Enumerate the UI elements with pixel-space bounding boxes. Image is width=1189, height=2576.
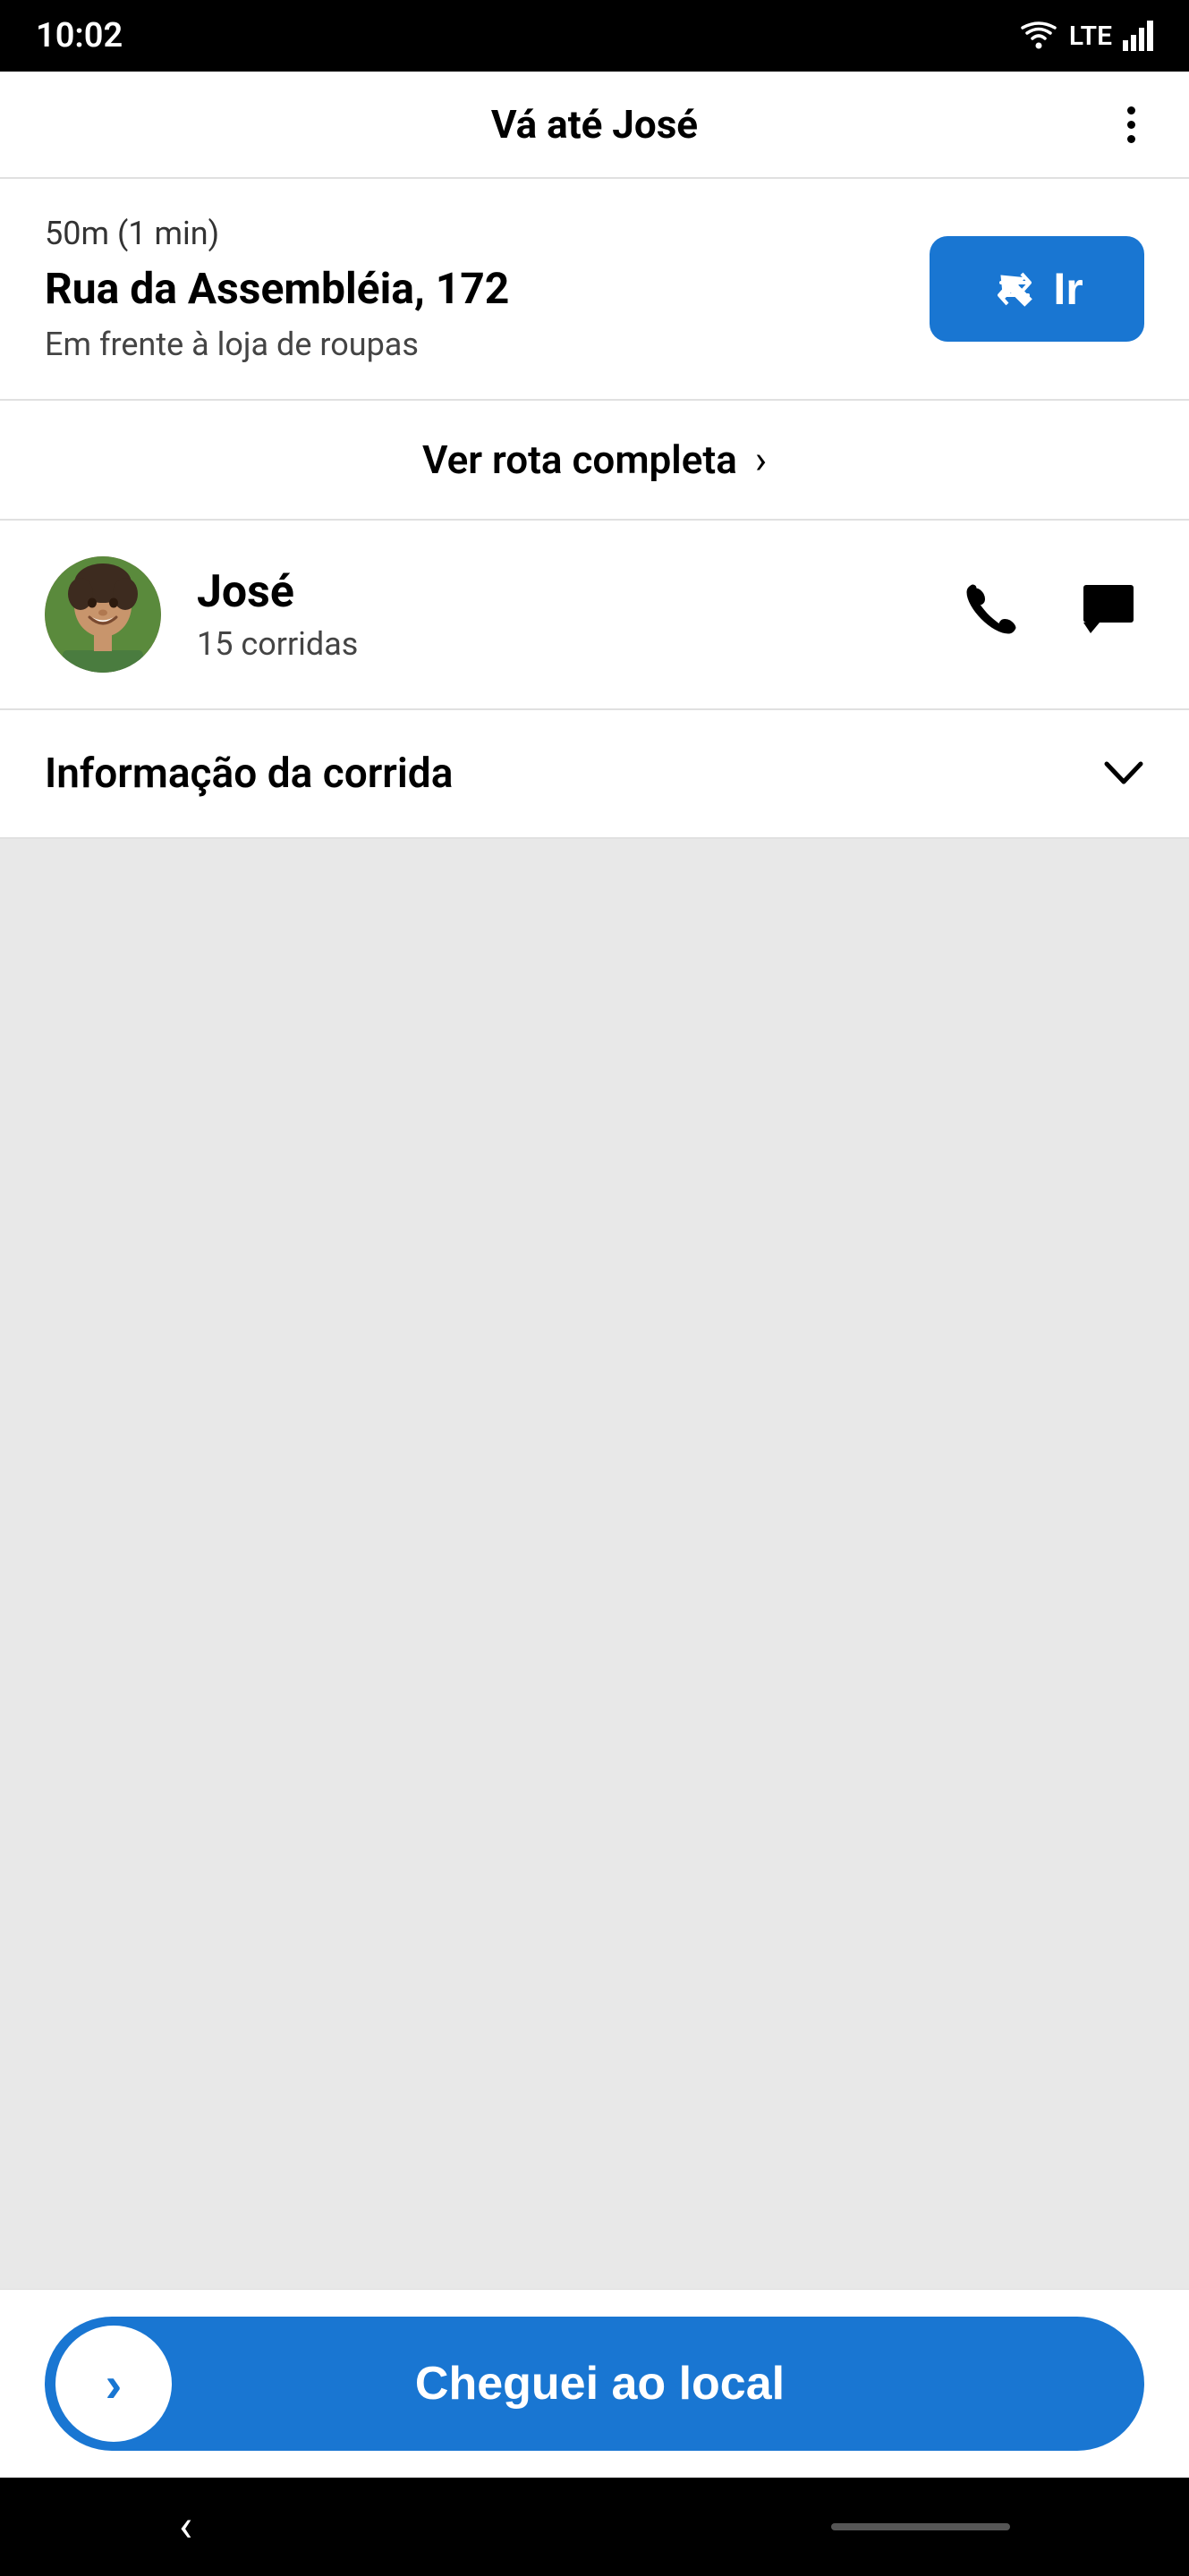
message-button[interactable]	[1073, 572, 1144, 656]
wifi-icon	[1019, 21, 1058, 51]
route-address: Rua da Assembléia, 172	[45, 263, 894, 315]
route-info-section: 50m (1 min) Rua da Assembléia, 172 Em fr…	[0, 179, 1189, 401]
rider-rides-count: 15 corridas	[197, 625, 921, 663]
chevron-right-icon: ›	[755, 436, 767, 483]
page-title: Vá até José	[491, 101, 698, 148]
avatar	[45, 556, 161, 673]
call-button[interactable]	[956, 572, 1028, 656]
status-icons: LTE	[1019, 21, 1153, 52]
phone-icon	[965, 592, 1019, 646]
app-content: Vá até José 50m (1 min) Rua da Assembléi…	[0, 72, 1189, 2478]
more-options-button[interactable]	[1118, 97, 1144, 152]
message-icon	[1082, 592, 1135, 646]
dot-2	[1127, 121, 1135, 129]
navigation-icon	[990, 265, 1039, 313]
arrived-button[interactable]: › Cheguei ao local	[45, 2317, 1144, 2451]
chevron-down-icon	[1103, 750, 1144, 798]
route-time-distance: 50m (1 min)	[45, 215, 894, 252]
ride-info-label: Informação da corrida	[45, 750, 453, 798]
bottom-section: › Cheguei ao local	[0, 2289, 1189, 2478]
status-time: 10:02	[36, 16, 123, 55]
route-link-text: Ver rota completa	[422, 436, 737, 483]
navigation-bar: ‹	[0, 2478, 1189, 2576]
header: Vá até José	[0, 72, 1189, 179]
route-details: 50m (1 min) Rua da Assembléia, 172 Em fr…	[45, 215, 894, 363]
signal-icon	[1123, 21, 1153, 51]
lte-label: LTE	[1069, 21, 1112, 52]
view-full-route-button[interactable]: Ver rota completa ›	[0, 401, 1189, 521]
back-button[interactable]: ‹	[179, 2501, 192, 2553]
arrived-button-label: Cheguei ao local	[172, 2357, 1028, 2411]
rider-name: José	[197, 566, 921, 618]
ride-info-accordion[interactable]: Informação da corrida	[0, 710, 1189, 839]
rider-name-info: José 15 corridas	[197, 566, 921, 663]
map-area	[0, 839, 1189, 2289]
home-indicator[interactable]	[831, 2523, 1010, 2530]
go-button-label: Ir	[1053, 263, 1083, 315]
route-landmark: Em frente à loja de roupas	[45, 326, 894, 363]
dot-1	[1127, 106, 1135, 114]
arrived-chevron-icon: ›	[106, 2355, 123, 2413]
rider-actions	[956, 572, 1144, 656]
arrived-chevron-circle: ›	[55, 2326, 172, 2442]
status-bar: 10:02 LTE	[0, 0, 1189, 72]
rider-info-section: José 15 corridas	[0, 521, 1189, 710]
dot-3	[1127, 135, 1135, 143]
go-button[interactable]: Ir	[930, 236, 1144, 342]
